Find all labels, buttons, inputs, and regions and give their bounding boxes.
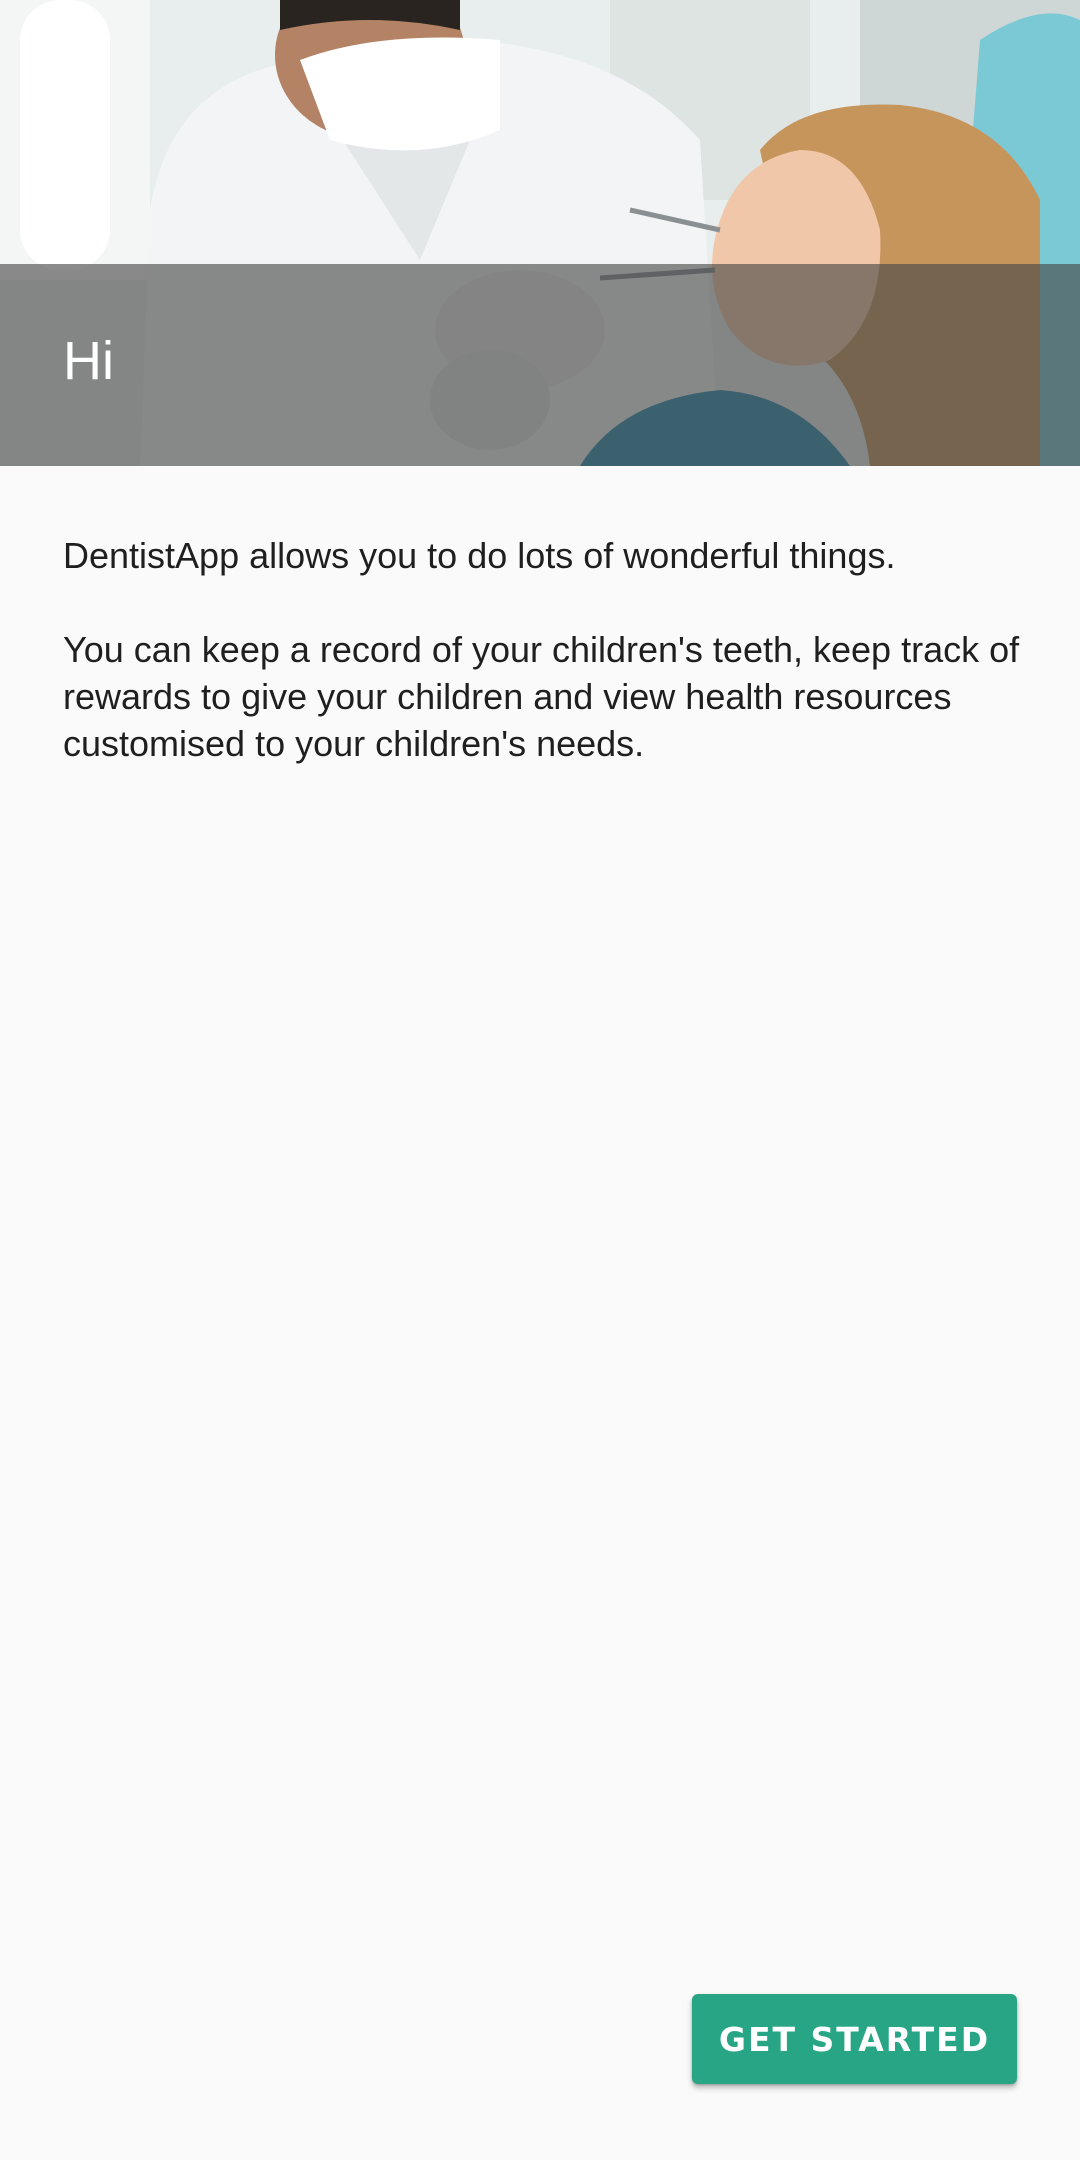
page-title: Hi bbox=[63, 331, 114, 391]
welcome-screen: Hi DentistApp allows you to do lots of w… bbox=[0, 0, 1080, 2160]
intro-text: DentistApp allows you to do lots of wond… bbox=[63, 532, 1023, 814]
intro-paragraph-2: You can keep a record of your children's… bbox=[63, 629, 1020, 764]
intro-paragraph-1: DentistApp allows you to do lots of wond… bbox=[63, 535, 896, 576]
header-image: Hi bbox=[0, 0, 1080, 466]
get-started-button[interactable]: GET STARTED bbox=[692, 1994, 1017, 2084]
header-title-overlay bbox=[0, 264, 1080, 466]
